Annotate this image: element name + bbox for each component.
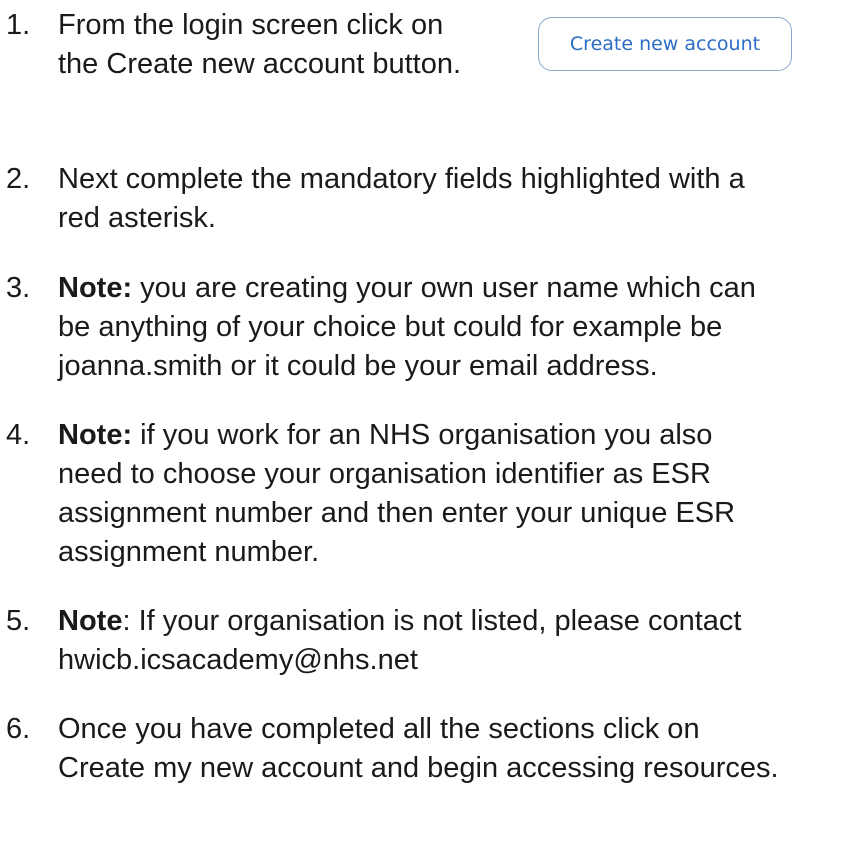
instructions-page: 1. From the login screen click on the Cr…: [0, 0, 852, 843]
contact-email: hwicb.icsacademy@nhs.net: [58, 644, 418, 676]
step-line: Next complete the mandatory fields highl…: [58, 163, 745, 195]
step-line: Note: if you work for an NHS organisatio…: [58, 416, 848, 455]
step-line: Once you have completed all the sections…: [58, 713, 700, 745]
step-number: 1.: [6, 9, 31, 41]
step-line: be anything of your choice but could for…: [58, 311, 723, 343]
step-line-text: : If your organisation is not listed, pl…: [122, 605, 742, 637]
step-number: 5.: [6, 605, 31, 637]
note-label: Note:: [58, 419, 133, 451]
step-number: 2.: [6, 163, 31, 195]
step-line-text: you are creating your own user name whic…: [132, 272, 756, 304]
step-number: 4.: [6, 419, 31, 451]
step-text: Next complete the mandatory fields highl…: [58, 160, 848, 238]
note-label: Note:: [58, 272, 133, 304]
step-line-text: if you work for an NHS organisation you …: [132, 419, 713, 451]
step-text: Once you have completed all the sections…: [58, 710, 848, 788]
step-line: Create my new account and begin accessin…: [58, 752, 779, 784]
step-text: Note: If your organisation is not listed…: [58, 602, 848, 680]
note-label: Note: [58, 605, 123, 637]
step-number: 3.: [6, 272, 31, 304]
step-line: Note: If your organisation is not listed…: [58, 602, 848, 641]
step-line: red asterisk.: [58, 202, 216, 234]
step-number: 6.: [6, 713, 31, 745]
step-line: assignment number and then enter your un…: [58, 497, 736, 529]
step-line: assignment number.: [58, 536, 320, 568]
step-line: need to choose your organisation identif…: [58, 458, 711, 490]
create-new-account-button[interactable]: Create new account: [538, 17, 792, 71]
step-line: Note: you are creating your own user nam…: [58, 269, 848, 308]
step-line: joanna.smith or it could be your email a…: [58, 350, 658, 382]
step-text: Note: if you work for an NHS organisatio…: [58, 416, 848, 572]
step-text: Note: you are creating your own user nam…: [58, 269, 848, 386]
